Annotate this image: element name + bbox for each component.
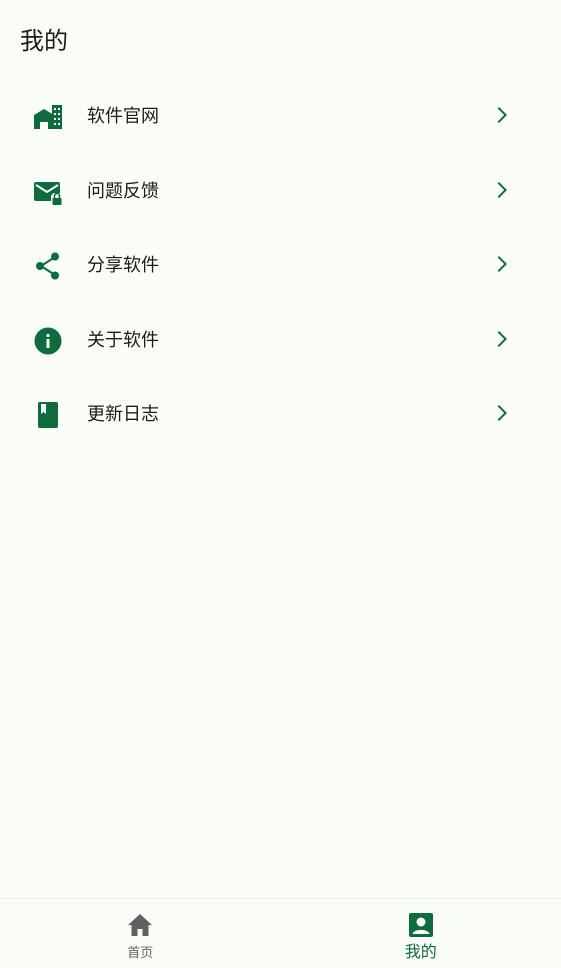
menu-item-label: 分享软件 xyxy=(87,255,159,276)
chevron-right-icon xyxy=(489,327,513,351)
mail-lock-icon xyxy=(33,177,63,207)
menu-item-label: 更新日志 xyxy=(87,404,159,425)
nav-tab-mine[interactable]: 我的 xyxy=(281,899,561,968)
book-bookmark-icon xyxy=(33,400,63,430)
chevron-right-icon xyxy=(489,401,513,425)
menu-item-label: 问题反馈 xyxy=(87,180,159,202)
menu-item-changelog[interactable]: 更新日志 xyxy=(0,376,561,451)
home-icon xyxy=(126,911,154,939)
menu-item-label: 关于软件 xyxy=(87,329,159,351)
chevron-right-icon xyxy=(489,103,513,127)
info-icon xyxy=(33,326,63,356)
menu-item-label: 软件官网 xyxy=(87,106,159,127)
menu-item-about[interactable]: 关于软件 xyxy=(0,302,561,377)
menu-item-share[interactable]: 分享软件 xyxy=(0,227,561,302)
page-title: 我的 xyxy=(20,27,68,55)
account-box-icon xyxy=(407,911,435,939)
nav-label: 首页 xyxy=(127,946,154,961)
chevron-right-icon xyxy=(489,178,513,202)
nav-label: 我的 xyxy=(404,942,437,961)
apartment-icon xyxy=(33,102,63,132)
nav-tab-home[interactable]: 首页 xyxy=(0,899,281,968)
profile-page: 我的 软件官网 问题反馈 分享软件 关于软件 更新日志 首页 我的 xyxy=(0,0,561,968)
bottom-navigation: 首页 我的 xyxy=(0,898,561,968)
share-icon xyxy=(33,251,63,281)
menu-item-website[interactable]: 软件官网 xyxy=(0,78,561,153)
menu-list: 软件官网 问题反馈 分享软件 关于软件 更新日志 xyxy=(0,78,561,451)
menu-item-feedback[interactable]: 问题反馈 xyxy=(0,153,561,228)
chevron-right-icon xyxy=(489,252,513,276)
